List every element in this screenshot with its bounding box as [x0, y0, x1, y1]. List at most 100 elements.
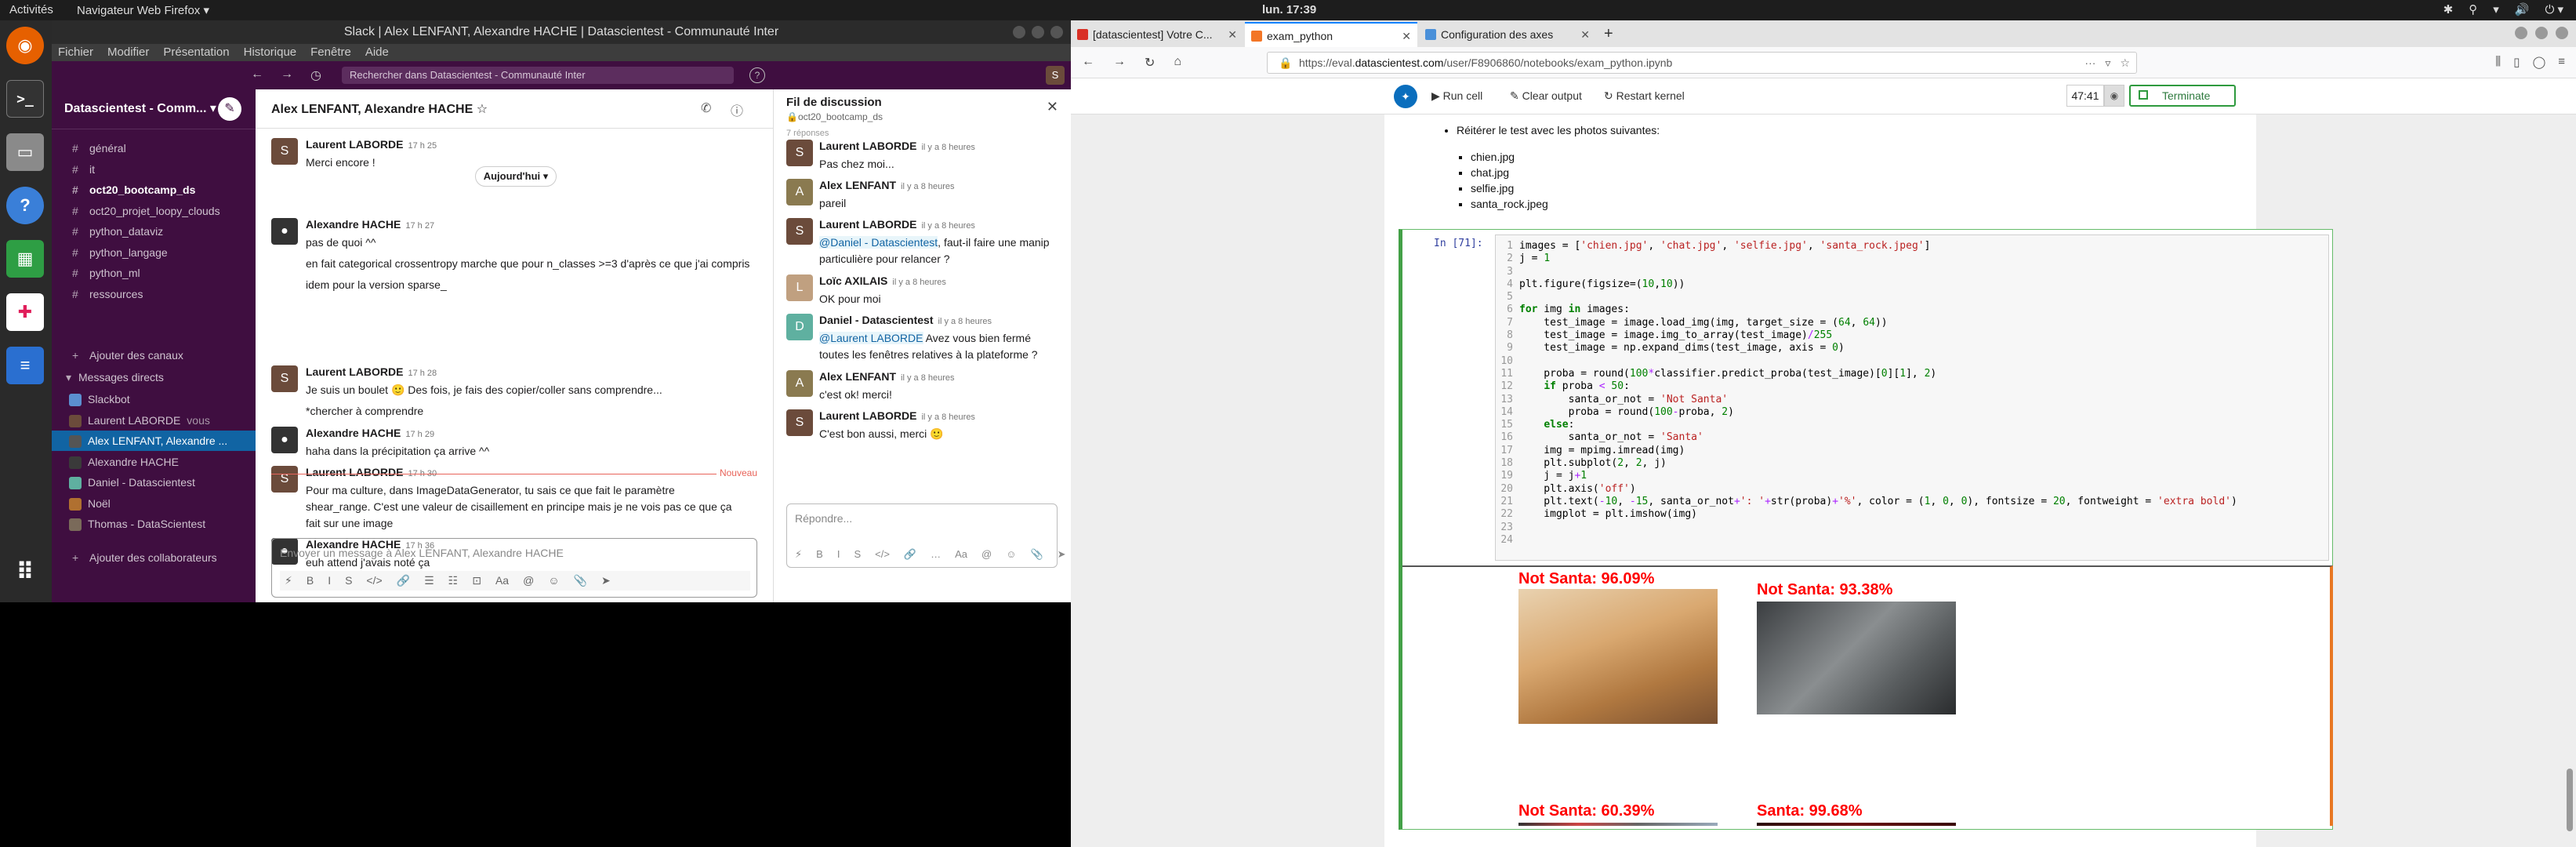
- avatar[interactable]: S: [786, 218, 813, 245]
- author-name[interactable]: Alex LENFANT: [819, 179, 896, 191]
- strike-icon[interactable]: S: [345, 574, 352, 587]
- thread-reply-composer[interactable]: Répondre... ⚡ B I S </> 🔗 … Aa @ ☺ 📎 ➤: [786, 503, 1066, 568]
- author-name[interactable]: Loïc AXILAIS: [819, 274, 887, 287]
- sidebar-dm[interactable]: Alex LENFANT, Alexandre ...: [52, 431, 256, 451]
- apps-grid-icon[interactable]: ⠿: [6, 554, 44, 591]
- back-icon[interactable]: ←: [1082, 55, 1094, 71]
- author-name[interactable]: Alexandre HACHE: [306, 427, 401, 439]
- sidebar-dm[interactable]: Alexandre HACHE: [52, 452, 256, 472]
- sidebar-channel[interactable]: # python_dataviz: [52, 221, 256, 242]
- timestamp[interactable]: 17 h 25: [408, 141, 437, 151]
- sidebar-dm[interactable]: Laurent LABORDE vous: [52, 410, 256, 431]
- bold-icon[interactable]: B: [816, 548, 823, 561]
- code-source[interactable]: images = ['chien.jpg', 'chat.jpg', 'self…: [1519, 240, 2237, 522]
- avatar[interactable]: A: [786, 179, 813, 205]
- minimize-button[interactable]: [2515, 27, 2527, 39]
- close-tab-icon[interactable]: ✕: [1402, 24, 1411, 47]
- info-icon[interactable]: ⓘ: [731, 100, 743, 119]
- home-icon[interactable]: ⌂: [1174, 55, 1181, 71]
- help-icon[interactable]: ?: [6, 187, 44, 224]
- italic-icon[interactable]: I: [328, 574, 331, 587]
- forward-icon[interactable]: →: [1113, 55, 1126, 71]
- accessibility-icon[interactable]: ⚲: [2469, 2, 2477, 16]
- author-name[interactable]: Daniel - Datascientest: [819, 314, 934, 326]
- avatar[interactable]: ●: [271, 427, 298, 453]
- sidebar-dm[interactable]: Noël: [52, 493, 256, 514]
- close-button[interactable]: [1050, 26, 1063, 38]
- sidebar-icon[interactable]: ▯: [2513, 55, 2520, 69]
- code-cell[interactable]: In [71]: 1 2 3 4 5 6 7 8 9 10 11 12 13 14 15 16 17 18 19 20…: [1399, 229, 2333, 830]
- sidebar-channel[interactable]: # it: [52, 159, 256, 180]
- add-collaborators-link[interactable]: + Ajouter des collaborateurs: [52, 547, 256, 568]
- files-icon[interactable]: ▭: [6, 133, 44, 171]
- timestamp[interactable]: il y a 8 heures: [921, 413, 974, 422]
- strike-icon[interactable]: S: [854, 548, 861, 561]
- sidebar-dm[interactable]: Slackbot: [52, 389, 256, 409]
- close-icon[interactable]: ✕: [1047, 99, 1058, 115]
- attach-icon[interactable]: 📎: [1030, 548, 1043, 561]
- phone-icon[interactable]: ✆: [701, 100, 711, 116]
- shortcuts-icon[interactable]: ⚡: [795, 548, 802, 561]
- sidebar-channel[interactable]: # oct20_bootcamp_ds: [52, 180, 256, 200]
- author-name[interactable]: Laurent LABORDE: [306, 365, 403, 378]
- back-arrow-icon[interactable]: ←: [251, 67, 263, 83]
- activities-button[interactable]: Activités: [9, 3, 53, 16]
- avatar[interactable]: S: [271, 138, 298, 165]
- maximize-button[interactable]: [1032, 26, 1044, 38]
- clear-output-button[interactable]: ✎ Clear output: [1510, 89, 1582, 103]
- message-composer[interactable]: Envoyer un message à Alex LENFANT, Alexa…: [271, 538, 757, 598]
- power-icon[interactable]: ⏻ ▾: [2545, 2, 2563, 16]
- menu-icon[interactable]: ≡: [2558, 55, 2565, 69]
- send-icon[interactable]: ➤: [601, 574, 611, 587]
- spreadsheet-icon[interactable]: ▦: [6, 240, 44, 278]
- send-icon[interactable]: ➤: [1058, 548, 1066, 561]
- avatar[interactable]: S: [271, 466, 298, 493]
- menu-presentation[interactable]: Présentation: [163, 44, 229, 61]
- menu-modifier[interactable]: Modifier: [107, 44, 149, 61]
- terminate-button[interactable]: Terminate: [2129, 85, 2236, 107]
- timestamp[interactable]: il y a 8 heures: [901, 373, 954, 383]
- avatar[interactable]: S: [786, 140, 813, 166]
- avatar[interactable]: A: [786, 370, 813, 397]
- app-menu[interactable]: Navigateur Web Firefox ▾: [77, 3, 209, 17]
- avatar[interactable]: ●: [271, 218, 298, 245]
- help-icon[interactable]: ?: [749, 67, 765, 83]
- tab-exam-python[interactable]: exam_python ✕: [1245, 22, 1417, 47]
- author-name[interactable]: Laurent LABORDE: [306, 138, 403, 151]
- history-icon[interactable]: ◷: [310, 67, 321, 83]
- link-icon[interactable]: 🔗: [397, 574, 410, 587]
- timestamp[interactable]: il y a 8 heures: [901, 182, 954, 191]
- forward-arrow-icon[interactable]: →: [281, 67, 293, 83]
- dm-section-header[interactable]: ▾ Messages directs: [52, 367, 256, 387]
- close-tab-icon[interactable]: ✕: [1580, 22, 1590, 47]
- timestamp[interactable]: il y a 8 heures: [921, 221, 974, 231]
- workspace-name[interactable]: Datascientest - Comm... ▾: [64, 100, 216, 116]
- more-icon[interactable]: …: [931, 548, 941, 561]
- user-avatar[interactable]: S: [1046, 66, 1065, 85]
- sidebar-channel[interactable]: # ressources: [52, 284, 256, 304]
- bookmark-star-icon[interactable]: ☆: [2120, 53, 2130, 73]
- code-icon[interactable]: </>: [366, 574, 382, 587]
- document-icon[interactable]: ≡: [6, 347, 44, 384]
- system-tray[interactable]: ✱ ⚲ ▾ 🔊 ⏻ ▾: [2444, 2, 2563, 16]
- account-icon[interactable]: ◯: [2532, 55, 2545, 69]
- block-icon[interactable]: ⊡: [472, 574, 481, 587]
- author-name[interactable]: Laurent LABORDE: [306, 466, 403, 478]
- attach-icon[interactable]: 📎: [574, 574, 587, 587]
- emoji-icon[interactable]: ☺: [548, 574, 559, 587]
- dropbox-icon[interactable]: ✱: [2444, 2, 2454, 16]
- menu-fichier[interactable]: Fichier: [58, 44, 93, 61]
- sidebar-channel[interactable]: # python_ml: [52, 263, 256, 283]
- timestamp[interactable]: 17 h 27: [405, 221, 434, 231]
- tab-datascientest[interactable]: [datascientest] Votre C... ✕: [1071, 22, 1243, 47]
- menu-fenetre[interactable]: Fenêtre: [310, 44, 351, 61]
- close-button[interactable]: [2556, 27, 2568, 39]
- menu-aide[interactable]: Aide: [365, 44, 389, 61]
- volume-icon[interactable]: 🔊: [2515, 2, 2530, 16]
- tab-configuration-axes[interactable]: Configuration des axes ✕: [1419, 22, 1596, 47]
- clock[interactable]: lun. 17:39: [1262, 3, 1316, 16]
- timestamp[interactable]: 17 h 29: [405, 430, 434, 439]
- code-icon[interactable]: </>: [875, 548, 890, 561]
- page-scrollbar[interactable]: [2567, 769, 2573, 831]
- restart-kernel-button[interactable]: ↻ Restart kernel: [1604, 89, 1685, 103]
